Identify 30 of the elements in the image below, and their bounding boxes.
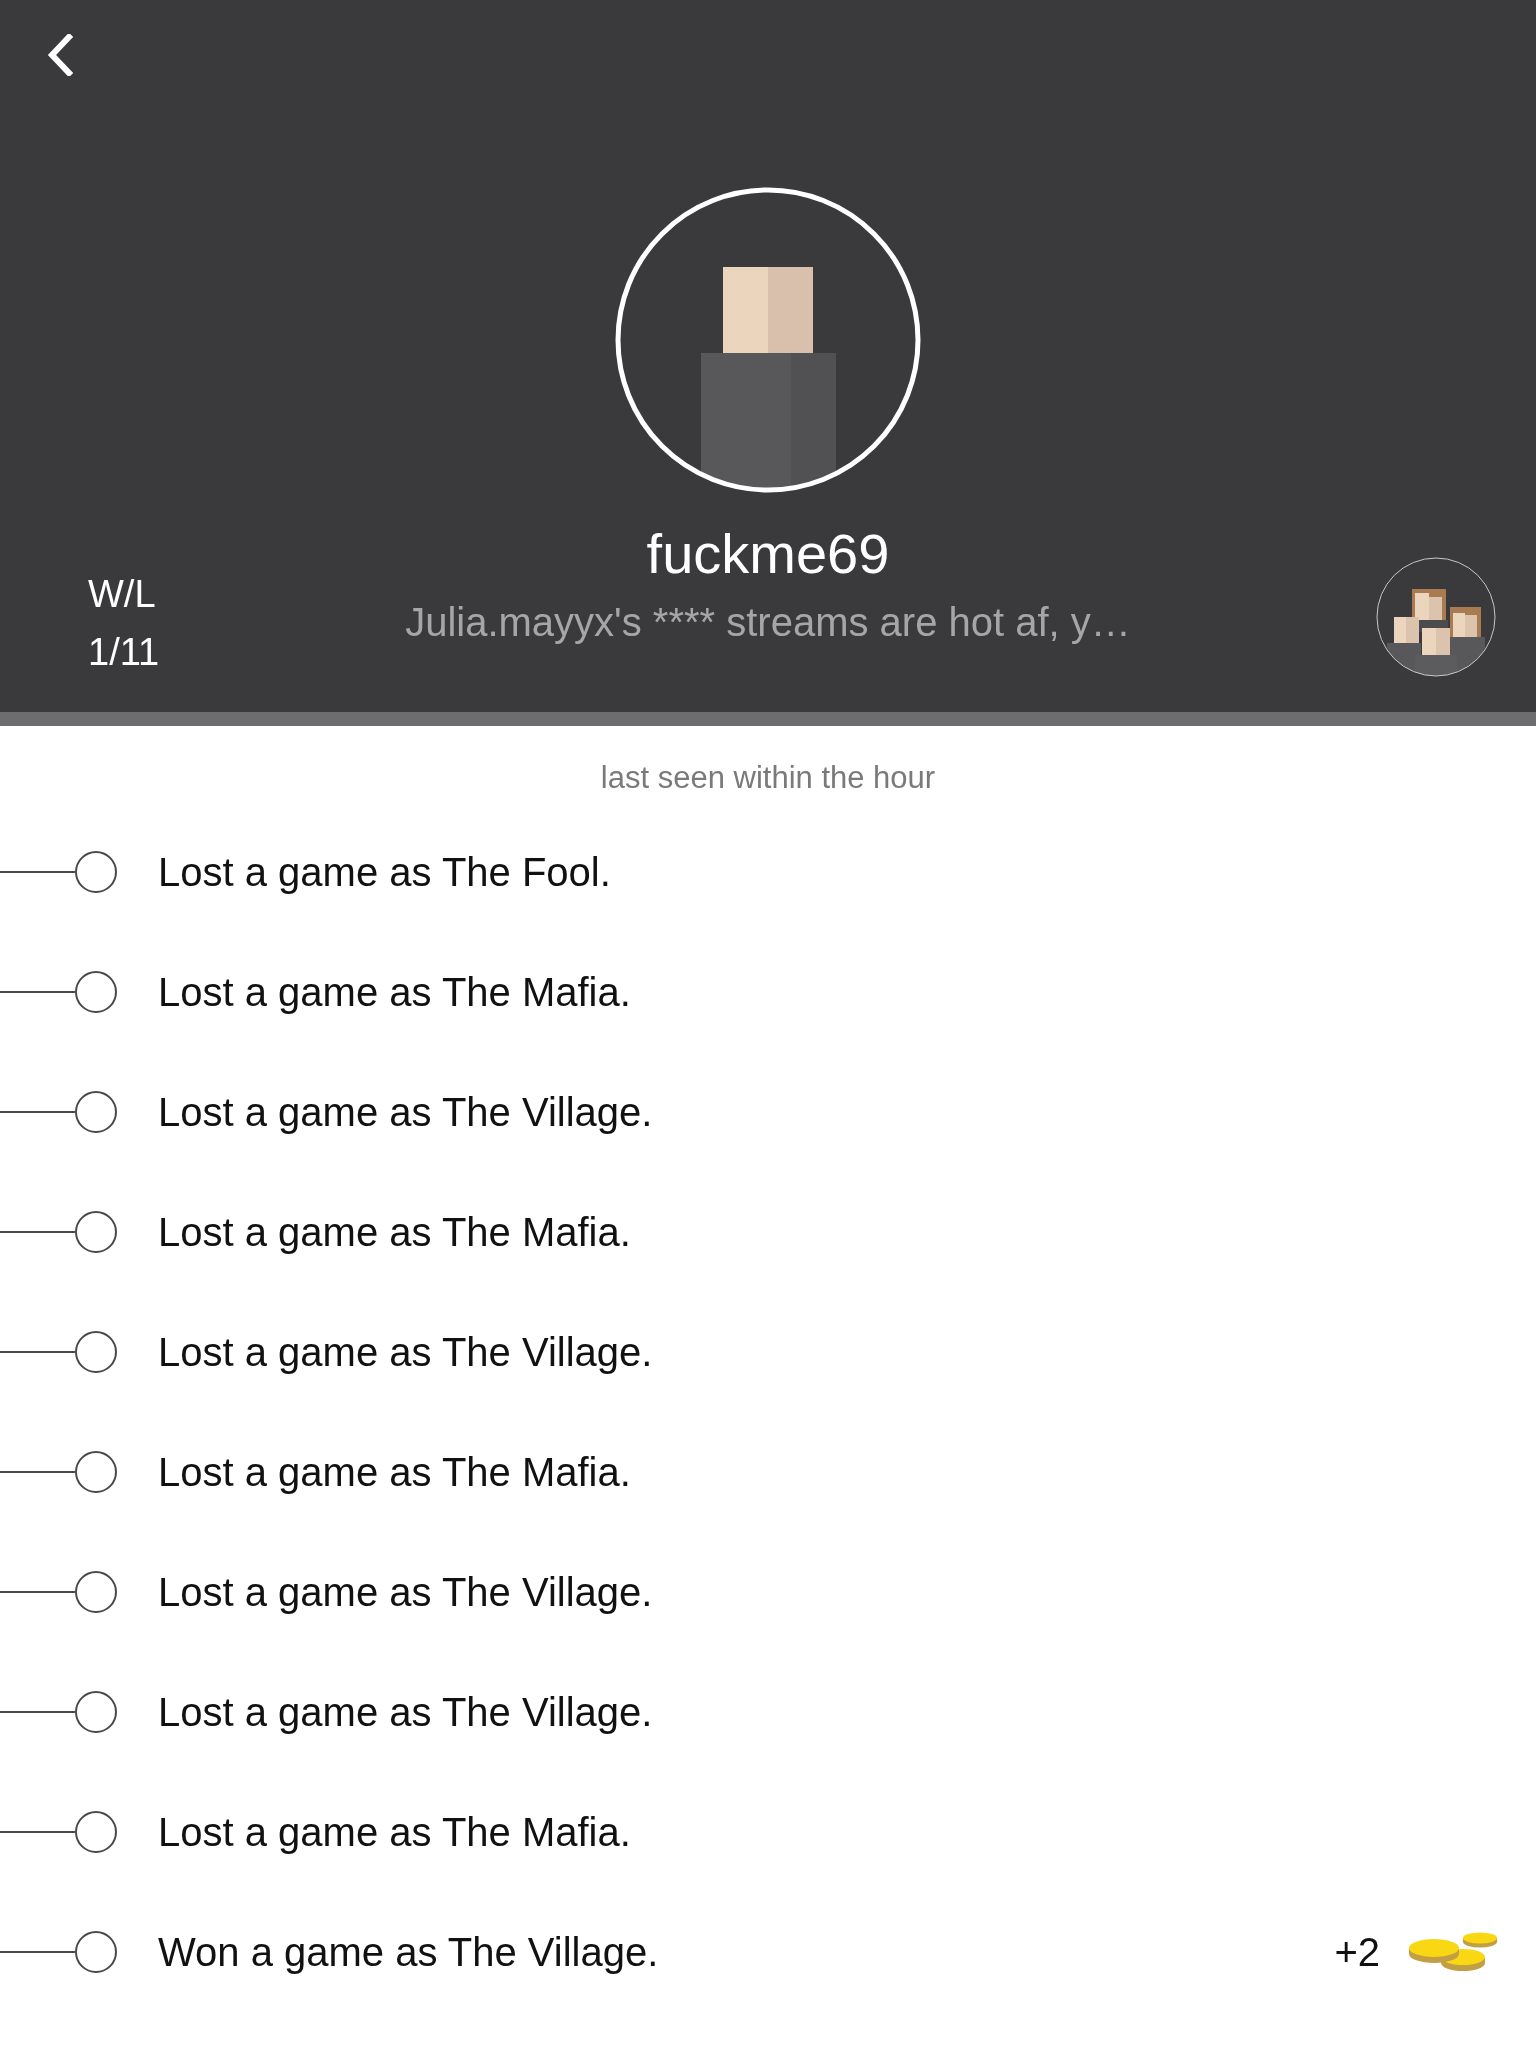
last-seen-text: last seen within the hour xyxy=(599,759,937,797)
avatar-icon xyxy=(615,187,921,493)
circle-icon xyxy=(75,851,117,893)
circle-icon xyxy=(75,971,117,1013)
circle-icon xyxy=(75,1451,117,1493)
history-item-text: Lost a game as The Mafia. xyxy=(158,969,631,1016)
history-item-text: Won a game as The Village. xyxy=(158,1929,659,1976)
status-text: Julia.mayyx's **** streams are hot af, y… xyxy=(405,600,1131,644)
history-item-text: Lost a game as The Village. xyxy=(158,1329,653,1376)
history-item-text: Lost a game as The Mafia. xyxy=(158,1209,631,1256)
circle-icon xyxy=(75,1571,117,1613)
history-item-text: Lost a game as The Village. xyxy=(158,1089,653,1136)
record-value: 1/11 xyxy=(88,630,160,675)
history-item-text: Lost a game as The Fool. xyxy=(158,849,611,896)
circle-icon xyxy=(75,1931,117,1973)
history-item-text: Lost a game as The Village. xyxy=(158,1689,653,1736)
circle-icon xyxy=(75,1331,117,1373)
chevron-left-icon xyxy=(47,34,73,76)
history-item-text: Lost a game as The Village. xyxy=(158,1569,653,1616)
username: fuckme69 xyxy=(646,524,890,584)
circle-icon xyxy=(75,1091,117,1133)
record-label: W/L xyxy=(88,572,156,617)
coins-icon xyxy=(1408,1931,1498,1973)
circle-icon xyxy=(75,1811,117,1853)
history-item-text: Lost a game as The Mafia. xyxy=(158,1449,631,1496)
reward-amount: +2 xyxy=(1334,1929,1380,1976)
people-icon[interactable] xyxy=(1376,557,1496,677)
circle-icon xyxy=(75,1211,117,1253)
history-item-text: Lost a game as The Mafia. xyxy=(158,1809,631,1856)
circle-icon xyxy=(75,1691,117,1733)
